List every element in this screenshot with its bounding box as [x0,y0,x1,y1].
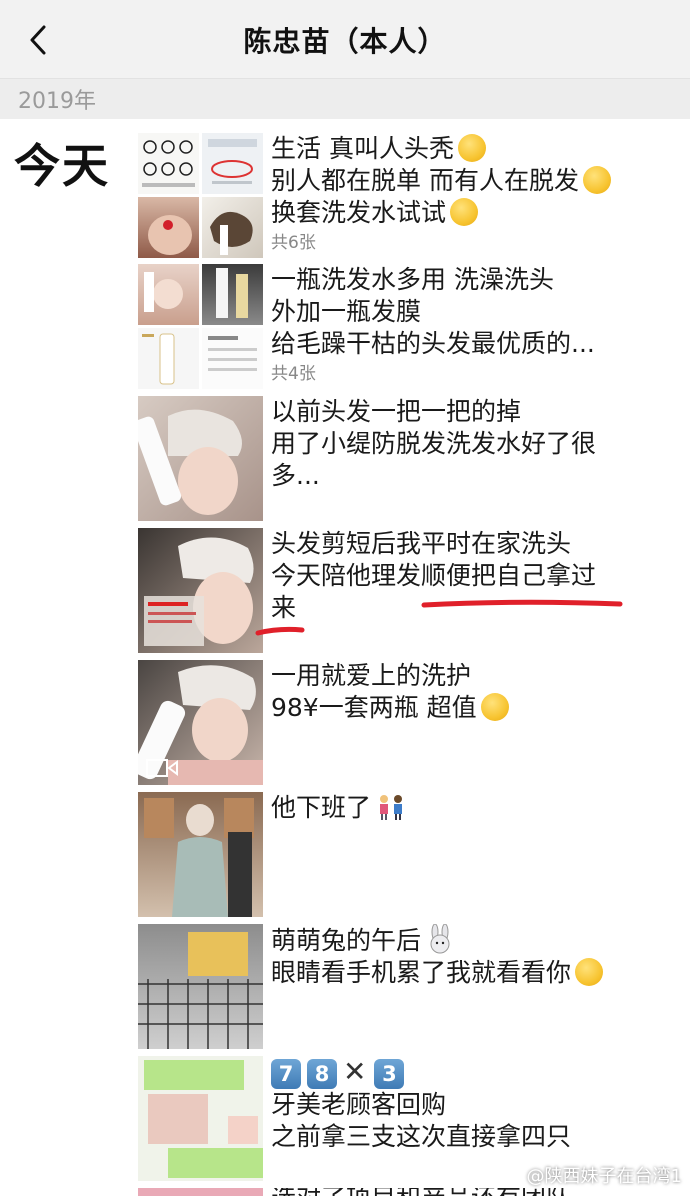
post-text: 选对了项目和产品还有团队 [271,1188,671,1196]
post-image[interactable] [138,924,263,1049]
post-image[interactable] [138,660,263,785]
red-underline-annotation [421,599,623,608]
post-image [138,197,199,258]
moment-post[interactable]: 一用就爱上的洗护 98¥一套两瓶 超值 [138,660,678,785]
year-label: 2019年 [18,89,96,114]
post-line: 外加一瓶发膜 [271,297,422,326]
post-text: 生活 真叫人头秃 别人都在脱单 而有人在脱发 换套洗发水试试 共6张 [271,133,671,255]
moment-post[interactable]: 头发剪短后我平时在家洗头 今天陪他理发顺便把自己拿过 来 [138,528,678,653]
kissing-face-icon [575,958,604,986]
post-image [138,133,199,194]
post-image-grid[interactable] [138,133,263,258]
post-line: 之前拿三支这次直接拿四只 [271,1122,572,1151]
red-underline-annotation [255,626,305,636]
heart-eyes-face-icon [480,693,509,721]
post-line: 选对了项目和产品还有团队 [271,1188,671,1196]
rabbit-face-icon [425,923,455,954]
post-line: 他下班了 [271,793,372,822]
post-line: 眼睛看手机累了我就看看你 [271,958,572,987]
post-image [202,328,263,389]
post-image[interactable] [138,396,263,521]
post-image [202,133,263,194]
weibo-watermark: @陕西妹子在台湾1 [526,1166,682,1187]
moment-post[interactable]: 以前头发一把一把的掉 用了小缇防脱发洗发水好了很 多... [138,396,678,521]
post-line: 一瓶洗发水多用 洗澡洗头 [271,265,554,294]
post-line: 98¥一套两瓶 超值 [271,693,477,722]
post-line: 给毛躁干枯的头发最优质的... [271,329,595,358]
skeptical-face-icon [450,198,479,226]
page-title: 陈忠苗（本人） [243,25,447,58]
flushed-face-icon [582,166,611,194]
video-icon [146,759,178,777]
keycap-3-icon: 3 [374,1059,405,1089]
couple-icon [375,793,407,821]
keycap-7-icon: 7 [271,1059,301,1089]
post-image [202,197,263,258]
post-line: 牙美老顾客回购 [271,1090,447,1119]
moment-post[interactable]: 一瓶洗发水多用 洗澡洗头 外加一瓶发膜 给毛躁干枯的头发最优质的... 共4张 [138,264,678,389]
post-text: 7 8 ✕ 3 牙美老顾客回购 之前拿三支这次直接拿四只 [271,1056,671,1153]
post-line: 以前头发一把一把的掉 [271,397,522,426]
moment-post[interactable]: 他下班了 [138,792,678,917]
number-keys-line: 7 8 ✕ 3 [271,1056,671,1089]
post-line: 一用就爱上的洗护 [271,661,472,690]
post-line: 生活 真叫人头秃 [271,134,454,163]
post-image [202,264,263,325]
moment-post[interactable]: 生活 真叫人头秃 别人都在脱单 而有人在脱发 换套洗发水试试 共6张 [138,133,678,258]
post-image [138,264,199,325]
day-label: 今天 [14,139,110,193]
shy-face-icon [457,134,486,162]
post-image [138,328,199,389]
post-image[interactable] [138,792,263,917]
post-image[interactable] [138,1056,263,1181]
post-text: 他下班了 [271,792,671,824]
post-line: 用了小缇防脱发洗发水好了很 [271,429,597,458]
post-image-grid[interactable] [138,264,263,389]
post-line: 别人都在脱单 而有人在脱发 [271,166,579,195]
navigation-bar: 陈忠苗（本人） [0,0,690,78]
post-text: 萌萌兔的午后 眼睛看手机累了我就看看你 [271,923,671,989]
image-count: 共6张 [271,233,316,253]
post-text: 一瓶洗发水多用 洗澡洗头 外加一瓶发膜 给毛躁干枯的头发最优质的... 共4张 [271,264,671,386]
post-image[interactable] [138,1188,263,1196]
post-line: 换套洗发水试试 [271,198,447,227]
image-count: 共4张 [271,364,316,384]
year-section-header: 2019年 [0,78,690,119]
moment-post[interactable]: 萌萌兔的午后 眼睛看手机累了我就看看你 [138,923,678,1049]
moment-post[interactable]: 选对了项目和产品还有团队 [138,1188,678,1196]
post-image[interactable] [138,528,263,653]
keycap-8-icon: 8 [307,1059,337,1089]
post-line: 今天陪他理发顺便把自己拿过 [271,561,597,590]
multiply-icon: ✕ [343,1055,367,1088]
post-text: 以前头发一把一把的掉 用了小缇防脱发洗发水好了很 多... [271,396,671,492]
post-line: 多... [271,461,320,490]
post-line: 头发剪短后我平时在家洗头 [271,529,572,558]
post-line: 萌萌兔的午后 [271,926,422,955]
post-text: 一用就爱上的洗护 98¥一套两瓶 超值 [271,660,671,724]
